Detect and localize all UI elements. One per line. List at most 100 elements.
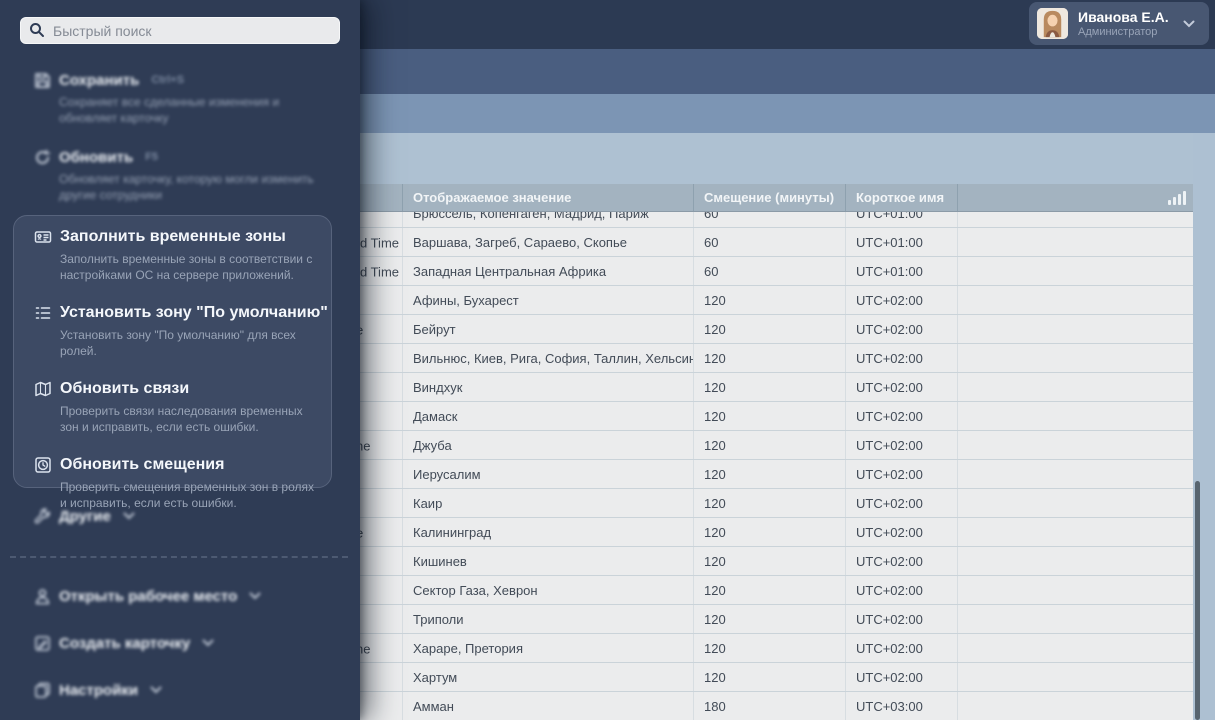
table-row[interactable]: Иерусалим 120 UTC+02:00 [360, 460, 1193, 489]
avatar [1037, 8, 1068, 39]
cell-zone-name-fragment [360, 692, 402, 720]
cell-offset-minutes: 120 [693, 315, 845, 343]
column-header-hidden[interactable] [360, 184, 402, 211]
cell-offset-minutes: 120 [693, 344, 845, 372]
cell-zone-name-fragment [360, 547, 402, 575]
cell-zone-name-fragment [360, 605, 402, 633]
table-row[interactable]: Амман 180 UTC+03:00 [360, 692, 1193, 720]
list-icon [34, 304, 52, 322]
cell-offset-minutes: 60 [693, 228, 845, 256]
table-row[interactable]: Хартум 120 UTC+02:00 [360, 663, 1193, 692]
cell-extra [957, 489, 1193, 517]
cell-short-name: UTC+01:00 [845, 257, 957, 285]
vertical-scrollbar[interactable] [1195, 481, 1200, 720]
cell-display-value: Триполи [402, 605, 693, 633]
cell-offset-minutes: 60 [693, 212, 845, 227]
cell-zone-name-fragment: d Time [360, 235, 399, 250]
table-row[interactable]: Брюссель, Копенгаген, Мадрид, Париж 60 UTC… [360, 212, 1193, 228]
cell-extra [957, 286, 1193, 314]
cell-short-name: UTC+01:00 [845, 212, 957, 227]
cell-extra [957, 344, 1193, 372]
cell-zone-name-fragment [360, 286, 402, 314]
table-row[interactable]: d Time Варшава, Загреб, Сараево, Скопье 60… [360, 228, 1193, 257]
menu-item-update-offsets[interactable]: Обновить смещения Проверить смещения вре… [14, 456, 331, 511]
menu-item-label: Создать карточку [59, 634, 191, 652]
cell-offset-minutes: 120 [693, 460, 845, 488]
menu-item-settings[interactable]: Настройки [0, 681, 360, 699]
wrench-icon [33, 507, 51, 525]
cell-offset-minutes: 120 [693, 634, 845, 662]
table-row[interactable]: Кишинев 120 UTC+02:00 [360, 547, 1193, 576]
cell-offset-minutes: 120 [693, 547, 845, 575]
menu-item-fill-timezones[interactable]: Заполнить временные зоны Заполнить време… [14, 228, 331, 283]
table-row[interactable]: Виндхук 120 UTC+02:00 [360, 373, 1193, 402]
cell-zone-name-fragment [360, 576, 402, 604]
cell-offset-minutes: 120 [693, 489, 845, 517]
table-row[interactable]: Каир 120 UTC+02:00 [360, 489, 1193, 518]
cell-zone-name-fragment [360, 663, 402, 691]
column-header-short-name[interactable]: Короткое имя [845, 184, 957, 211]
cell-display-value: Каир [402, 489, 693, 517]
column-header-display-value[interactable]: Отображаемое значение [402, 184, 693, 211]
menu-item-description: Установить зону "По умолчанию" для всех … [60, 328, 296, 358]
menu-item-set-default-zone[interactable]: Установить зону "По умолчанию" Установит… [14, 304, 331, 359]
cell-offset-minutes: 120 [693, 576, 845, 604]
cell-short-name: UTC+01:00 [845, 228, 957, 256]
menu-item-save[interactable]: Сохранить Ctrl+S Сохраняет все сделанные… [0, 71, 360, 126]
table-row[interactable]: eБейрут120UTC+02:00 [360, 315, 1193, 344]
table-row[interactable]: ne Хараре, Претория120UTC+02:00 [360, 634, 1193, 663]
menu-item-label: Обновить смещения [60, 456, 225, 473]
cell-zone-name-fragment [360, 373, 402, 401]
table-row[interactable]: ne Джуба120UTC+02:00 [360, 431, 1193, 460]
table-row[interactable]: eКалининград120UTC+02:00 [360, 518, 1193, 547]
menu-item-open-workspace[interactable]: Открыть рабочее место [0, 587, 360, 605]
cell-extra [957, 605, 1193, 633]
column-header-offset[interactable]: Смещение (минуты) [693, 184, 845, 211]
cell-zone-name-fragment: d Time [360, 264, 399, 279]
actions-menu-panel: Сохранить Ctrl+S Сохраняет все сделанные… [0, 0, 360, 720]
menu-item-update-links[interactable]: Обновить связи Проверить связи наследова… [14, 380, 331, 435]
cell-extra [957, 212, 1193, 227]
table-row[interactable]: Триполи 120 UTC+02:00 [360, 605, 1193, 634]
column-header-extra [957, 184, 1193, 211]
menu-item-label: Установить зону "По умолчанию" [60, 304, 328, 321]
user-menu-button[interactable]: Иванова Е.А. Администратор [1029, 2, 1209, 45]
clock-icon [34, 456, 52, 474]
user-name: Иванова Е.А. [1078, 8, 1169, 25]
cell-display-value: Иерусалим [402, 460, 693, 488]
table-row[interactable]: Дамаск 120 UTC+02:00 [360, 402, 1193, 431]
timezones-table: Отображаемое значение Смещение (минуты) … [360, 184, 1193, 720]
cell-extra [957, 402, 1193, 430]
cell-display-value: Виндхук [402, 373, 693, 401]
menu-item-refresh[interactable]: Обновить F5 Обновляет карточку, которую … [0, 148, 360, 203]
cell-short-name: UTC+02:00 [845, 402, 957, 430]
table-row[interactable]: Вильнюс, Киев, Рига, София, Таллин, Хель… [360, 344, 1193, 373]
menu-item-shortcut: Ctrl+S [151, 74, 185, 86]
cell-display-value: Калининград [402, 518, 693, 546]
map-icon [34, 380, 52, 398]
save-icon [33, 71, 51, 89]
chevron-down-icon [150, 681, 162, 699]
menu-item-others[interactable]: Другие [0, 507, 360, 525]
cell-extra [957, 228, 1193, 256]
search-input[interactable] [20, 17, 340, 44]
table-row[interactable]: Афины, Бухарест 120 UTC+02:00 [360, 286, 1193, 315]
menu-item-description: Сохраняет все сделанные изменения и обно… [59, 95, 280, 125]
menu-item-description: Проверить связи наследования временных з… [60, 404, 303, 434]
id-card-icon [34, 228, 52, 246]
table-row[interactable]: d Time Западная Центральная Африка 60 UTC+0… [360, 257, 1193, 286]
chevron-down-icon [123, 507, 135, 525]
cell-short-name: UTC+02:00 [845, 373, 957, 401]
chevron-down-icon [249, 587, 261, 605]
cell-short-name: UTC+02:00 [845, 286, 957, 314]
cell-short-name: UTC+03:00 [845, 692, 957, 720]
cell-short-name: UTC+02:00 [845, 518, 957, 546]
pages-icon [33, 681, 51, 699]
table-row[interactable]: Сектор Газа, Хеврон 120 UTC+02:00 [360, 576, 1193, 605]
column-settings-icon[interactable] [1168, 190, 1186, 205]
menu-item-create-card[interactable]: Создать карточку [0, 634, 360, 652]
cell-extra [957, 315, 1193, 343]
user-info: Иванова Е.А. Администратор [1078, 9, 1177, 39]
chevron-down-icon [1183, 15, 1195, 33]
table-header-row: Отображаемое значение Смещение (минуты) … [360, 184, 1193, 212]
